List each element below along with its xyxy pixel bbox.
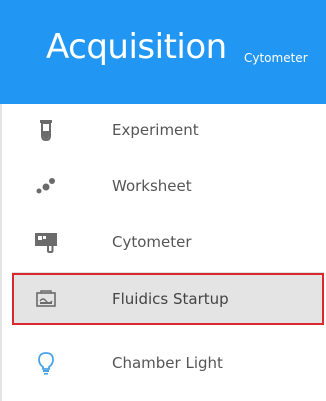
menu-item-experiment[interactable]: Experiment: [12, 104, 324, 156]
cytometer-icon: [33, 229, 59, 255]
menu-item-worksheet[interactable]: Worksheet: [12, 160, 324, 212]
header-subtitle: Cytometer: [244, 51, 308, 65]
lightbulb-icon: [33, 350, 59, 376]
fluidics-icon: [33, 286, 59, 312]
menu-item-label: Experiment: [112, 121, 199, 139]
menu-item-fluidics-startup[interactable]: Fluidics Startup: [12, 273, 324, 325]
scatter-dots-icon: [33, 173, 59, 199]
test-tube-icon: [33, 117, 59, 143]
app-header: Acquisition Cytometer: [0, 0, 326, 104]
menu-item-cytometer[interactable]: Cytometer: [12, 216, 324, 268]
menu-item-label: Fluidics Startup: [112, 290, 229, 308]
menu-item-label: Chamber Light: [112, 354, 223, 372]
header-title: Acquisition: [46, 27, 227, 67]
menu-item-label: Worksheet: [112, 177, 192, 195]
menu-item-chamber-light[interactable]: Chamber Light: [12, 337, 324, 389]
acquisition-menu: Experiment Worksheet Cytometer Fluidics …: [0, 104, 326, 401]
menu-item-label: Cytometer: [112, 233, 192, 251]
